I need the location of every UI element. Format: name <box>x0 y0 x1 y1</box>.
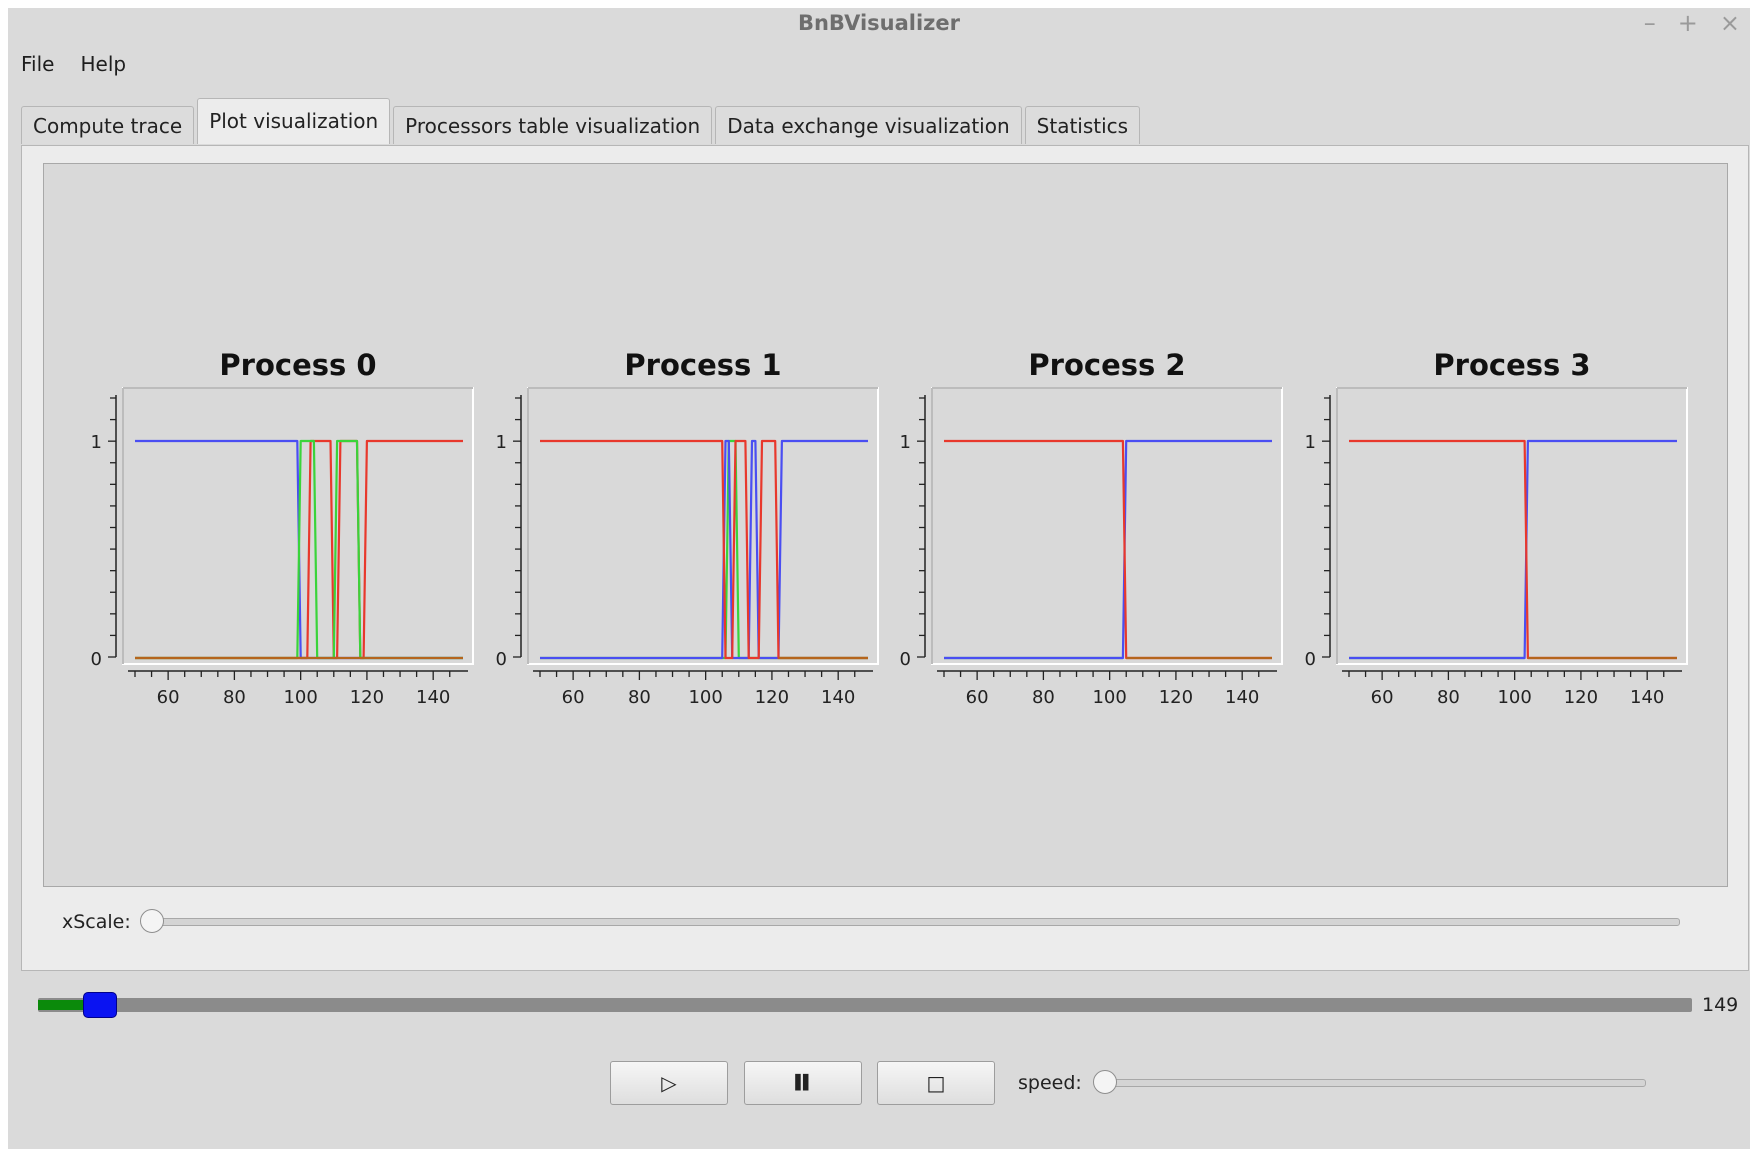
plot-area: Process 0 0 1 60 80 100 120 140 Process 1 0 1 60 80 1… <box>43 163 1728 887</box>
process-3-x-tick-label: 100 <box>1497 687 1531 708</box>
play-icon: ▷ <box>661 1071 677 1095</box>
process-3-series-1 <box>1349 439 1677 660</box>
process-3-y-tick-label: 0 <box>1305 649 1316 670</box>
close-icon[interactable]: × <box>1720 8 1740 38</box>
process-3-y-tick-label: 1 <box>1305 432 1316 453</box>
tab-processors-table-visualization[interactable]: Processors table visualization <box>393 106 713 144</box>
process-0-x-tick-label: 100 <box>283 687 317 708</box>
timeline-slider[interactable] <box>38 992 1692 1018</box>
speed-label: speed: <box>1018 1072 1082 1094</box>
process-3-x-tick-label: 60 <box>1371 687 1394 708</box>
window-title: BnBVisualizer <box>797 11 961 35</box>
process-2-x-tick-label: 60 <box>966 687 989 708</box>
stop-button[interactable]: □ <box>877 1061 995 1105</box>
process-2-y-tick-label: 0 <box>900 649 911 670</box>
process-1-frame <box>527 387 879 665</box>
tab-plot-visualization[interactable]: Plot visualization <box>197 98 391 144</box>
process-0-x-tick-label: 80 <box>223 687 246 708</box>
tab-data-exchange-visualization[interactable]: Data exchange visualization <box>715 106 1022 144</box>
process-2-x-tick-label: 120 <box>1159 687 1193 708</box>
process-1-series-2 <box>540 439 868 660</box>
menu-help[interactable]: Help <box>67 42 139 82</box>
speed-slider[interactable] <box>1092 1070 1646 1094</box>
process-0-title: Process 0 <box>219 348 376 382</box>
timeline-slider-handle[interactable] <box>83 992 118 1018</box>
process-2-frame <box>931 387 1283 665</box>
pause-button[interactable]: ▌▌ <box>744 1061 862 1105</box>
pause-icon: ▌▌ <box>795 1075 813 1091</box>
process-1-series-0 <box>540 439 868 660</box>
minimize-icon[interactable]: – <box>1644 8 1656 38</box>
process-3-frame <box>1336 387 1688 665</box>
process-3-series-2 <box>1349 439 1677 660</box>
process-0-x-tick-label: 140 <box>416 687 450 708</box>
process-3-title: Process 3 <box>1433 348 1590 382</box>
process-1-x-tick-label: 120 <box>755 687 789 708</box>
process-0-x-tick-label: 120 <box>350 687 384 708</box>
process-1-x-tick-label: 60 <box>562 687 585 708</box>
xscale-slider[interactable] <box>139 909 1680 933</box>
process-2-series-1 <box>944 439 1272 660</box>
process-2-x-tick-label: 100 <box>1092 687 1126 708</box>
process-3-x-tick-label: 120 <box>1564 687 1598 708</box>
process-0-x-tick-label: 60 <box>157 687 180 708</box>
window-controls: – + × <box>1644 8 1750 38</box>
process-3-x-tick-label: 140 <box>1630 687 1664 708</box>
process-2-title: Process 2 <box>1028 348 1185 382</box>
process-1-x-tick-label: 140 <box>821 687 855 708</box>
process-1-series-1 <box>540 439 868 660</box>
process-2-x-tick-label: 140 <box>1225 687 1259 708</box>
process-3-x-tick-label: 80 <box>1437 687 1460 708</box>
process-0-y-tick-label: 1 <box>91 432 102 453</box>
speed-slider-handle[interactable] <box>1092 1070 1117 1094</box>
plot-visualization-panel: Process 0 0 1 60 80 100 120 140 Process 1 0 1 60 80 1… <box>21 145 1749 971</box>
process-2-y-tick-label: 1 <box>900 432 911 453</box>
menu-file[interactable]: File <box>8 42 67 82</box>
tab-statistics[interactable]: Statistics <box>1024 106 1141 144</box>
menu-bar: File Help <box>8 42 139 82</box>
xscale-slider-handle[interactable] <box>139 909 164 933</box>
process-0-series-2 <box>135 439 463 660</box>
window-titlebar[interactable]: BnBVisualizer <box>8 8 1750 38</box>
stop-icon: □ <box>926 1071 946 1095</box>
process-2-x-tick-label: 80 <box>1032 687 1055 708</box>
process-1-title: Process 1 <box>624 348 781 382</box>
process-2-series-2 <box>944 439 1272 660</box>
play-button[interactable]: ▷ <box>610 1061 728 1105</box>
timeline-value: 149 <box>1702 994 1739 1016</box>
xscale-label: xScale: <box>62 911 131 933</box>
tab-bar: Compute trace Plot visualization Process… <box>21 98 1143 146</box>
process-0-y-tick-label: 0 <box>91 649 102 670</box>
process-1-x-tick-label: 100 <box>688 687 722 708</box>
xscale-control: xScale: <box>62 909 1680 933</box>
process-plots: Process 00160 80 100 120 140Process 10160 80 1… <box>91 348 1688 708</box>
process-1-y-tick-label: 0 <box>496 649 507 670</box>
speed-control: speed: <box>1018 1070 1646 1094</box>
tab-compute-trace[interactable]: Compute trace <box>21 106 195 144</box>
process-1-y-tick-label: 1 <box>496 432 507 453</box>
process-1-x-tick-label: 80 <box>628 687 651 708</box>
maximize-icon[interactable]: + <box>1678 8 1698 38</box>
app-window: BnBVisualizer – + × File Help Compute tr… <box>8 8 1750 1149</box>
